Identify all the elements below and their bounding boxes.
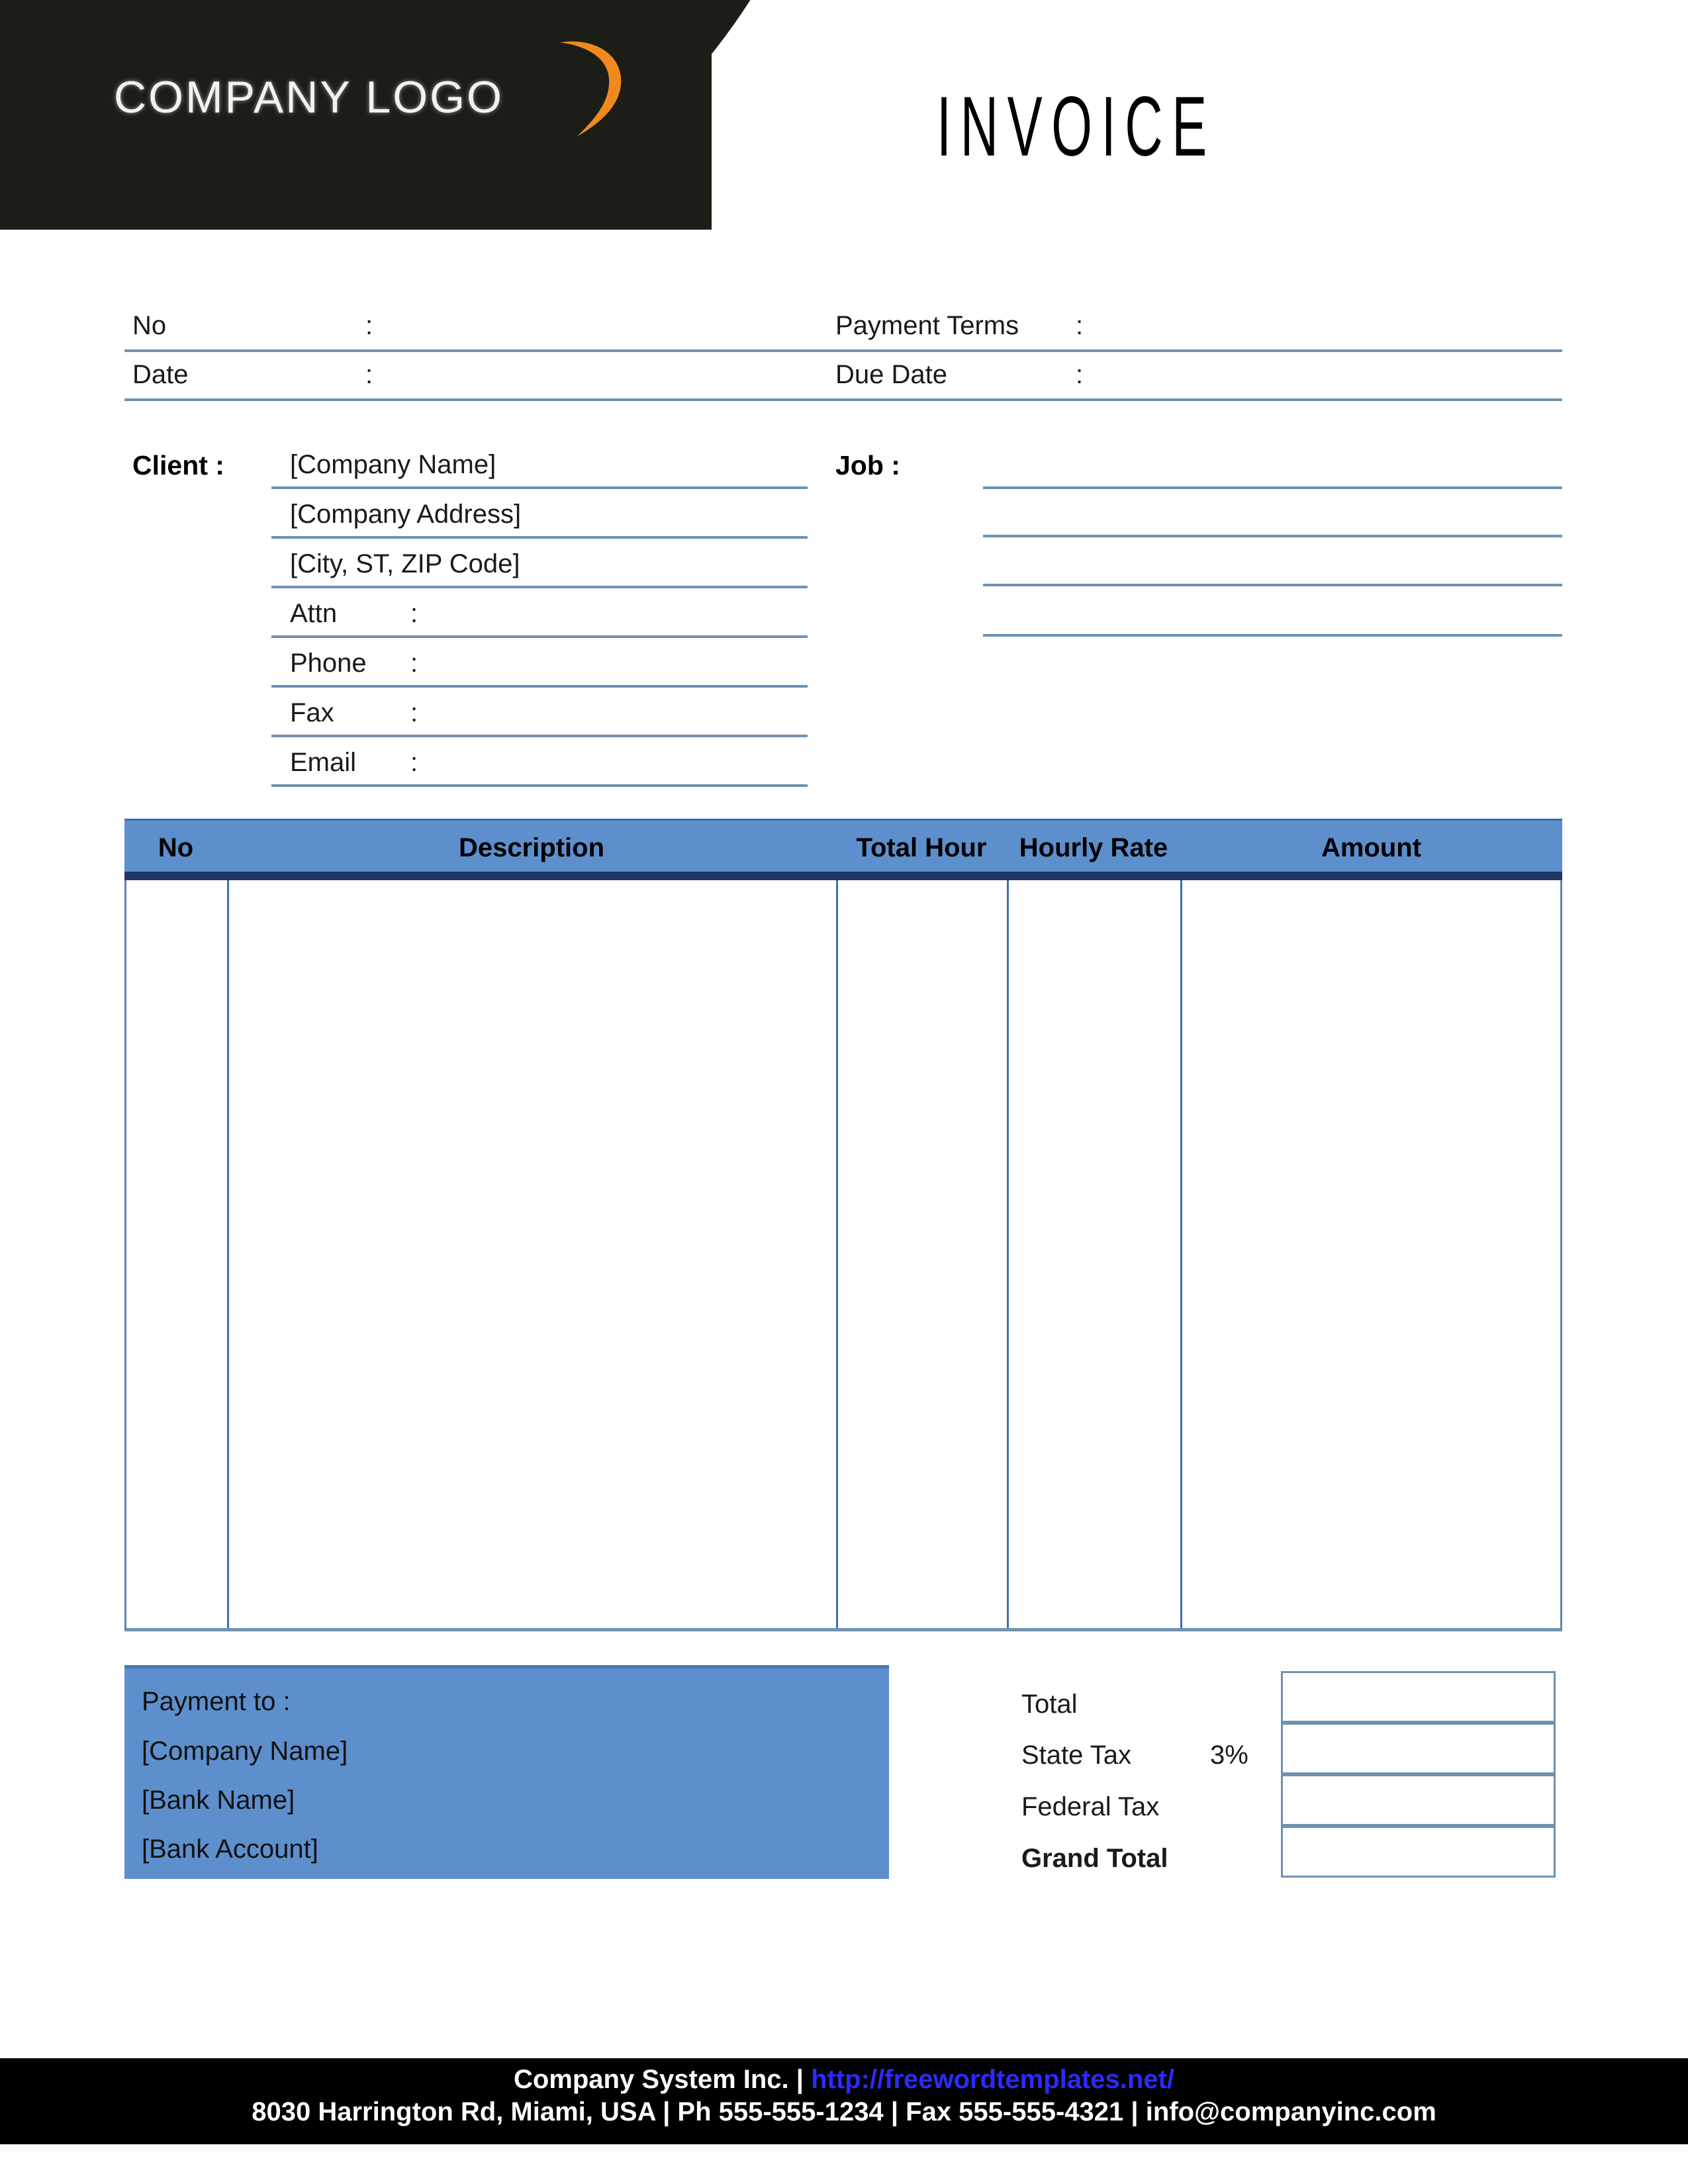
client-phone-label: Phone — [290, 649, 367, 678]
client-phone-colon: : — [410, 649, 418, 678]
job-rule-4 — [983, 634, 1562, 637]
meta-rule-1 — [124, 349, 1562, 352]
job-label: Job : — [835, 450, 900, 480]
items-header-row: No Description Total Hour Hourly Rate Am… — [124, 819, 1562, 872]
footer-website-link[interactable]: http://freewordtemplates.net/ — [811, 2065, 1174, 2094]
col-header-description: Description — [458, 833, 605, 862]
col-header-hourly-rate: Hourly Rate — [1019, 833, 1168, 862]
payment-terms-colon: : — [1076, 311, 1084, 340]
items-table-header: No Description Total Hour Hourly Rate Am… — [124, 819, 1562, 872]
client-fax-colon: : — [410, 698, 418, 727]
column-divider-3 — [1007, 880, 1009, 1628]
invoice-date-label: Date — [132, 360, 189, 389]
payment-to-bank-name[interactable]: [Bank Name] — [142, 1786, 295, 1815]
job-rule-3 — [983, 584, 1562, 586]
footer-address-line: 8030 Harrington Rd, Miami, USA | Ph 555-… — [252, 2097, 1436, 2126]
footer-company-name: Company System Inc. | — [513, 2065, 812, 2094]
client-company-address[interactable]: [Company Address] — [290, 500, 521, 529]
client-attn-colon: : — [410, 599, 418, 628]
swoosh-arc-icon — [560, 41, 622, 136]
invoice-no-colon: : — [365, 311, 373, 340]
state-tax-value-box[interactable] — [1281, 1723, 1556, 1774]
client-rule-3 — [271, 586, 808, 588]
company-logo-text: COMPANY LOGO — [114, 72, 504, 122]
items-table-body[interactable] — [124, 880, 1562, 1631]
federal-tax-value-box[interactable] — [1281, 1774, 1556, 1826]
footer-company-line: Company System Inc. | http://freewordtem… — [0, 2058, 1688, 2095]
col-header-no: No — [158, 833, 194, 862]
payment-to-company-name[interactable]: [Company Name] — [142, 1737, 348, 1766]
client-rule-5 — [271, 685, 808, 688]
client-email-colon: : — [410, 748, 418, 777]
header-curve-shape — [662, 0, 880, 230]
client-label: Client : — [132, 450, 224, 480]
total-label: Total — [1021, 1690, 1078, 1719]
state-tax-percent: 3% — [1210, 1741, 1248, 1770]
invoice-page: COMPANY LOGO INVOICE No : Payment Terms … — [0, 0, 1688, 2184]
grand-total-value-box[interactable] — [1281, 1826, 1556, 1878]
client-fax-label: Fax — [290, 698, 334, 727]
column-divider-2 — [836, 880, 838, 1628]
payment-to-box: Payment to : [Company Name] [Bank Name] … — [124, 1665, 889, 1879]
invoice-date-colon: : — [365, 360, 373, 389]
job-rule-2 — [983, 535, 1562, 537]
page-title: INVOICE — [937, 79, 1216, 174]
payment-to-title: Payment to : — [142, 1687, 291, 1716]
client-company-name[interactable]: [Company Name] — [290, 450, 496, 480]
client-rule-6 — [271, 735, 808, 737]
client-email-label: Email — [290, 748, 357, 777]
invoice-no-label: No — [132, 311, 167, 340]
page-header: COMPANY LOGO INVOICE — [0, 0, 1688, 232]
payment-terms-label: Payment Terms — [835, 311, 1019, 340]
client-rule-7 — [271, 784, 808, 787]
client-rule-4 — [271, 635, 808, 638]
state-tax-label: State Tax — [1021, 1741, 1132, 1770]
meta-rule-2 — [124, 398, 1562, 401]
job-rule-1 — [983, 486, 1562, 489]
items-header-underline — [124, 872, 1562, 880]
payment-to-bank-account[interactable]: [Bank Account] — [142, 1835, 318, 1864]
client-city-state-zip[interactable]: [City, ST, ZIP Code] — [290, 549, 520, 579]
client-rule-2 — [271, 536, 808, 539]
total-value-box[interactable] — [1281, 1671, 1556, 1723]
column-divider-4 — [1180, 880, 1182, 1628]
col-header-total-hour: Total Hour — [856, 833, 987, 862]
page-footer: Company System Inc. | http://freewordtem… — [0, 2058, 1688, 2144]
column-divider-1 — [227, 880, 229, 1628]
client-rule-1 — [271, 486, 808, 489]
due-date-colon: : — [1076, 360, 1084, 389]
federal-tax-label: Federal Tax — [1021, 1792, 1160, 1821]
col-header-amount: Amount — [1321, 833, 1422, 862]
due-date-label: Due Date — [835, 360, 947, 389]
client-attn-label: Attn — [290, 599, 338, 628]
grand-total-label: Grand Total — [1021, 1844, 1168, 1873]
